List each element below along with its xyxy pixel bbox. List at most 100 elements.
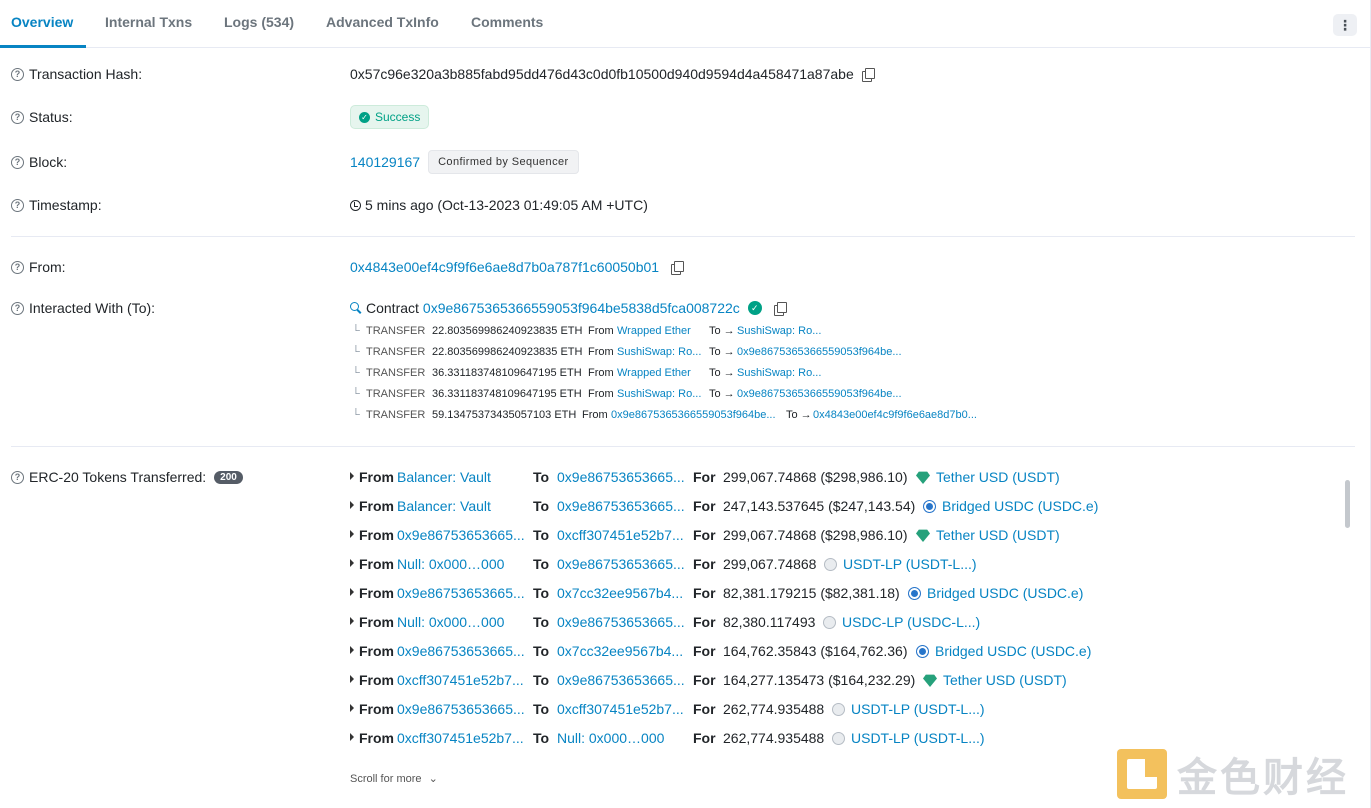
token-name-link[interactable]: Tether USD (USDT): [936, 527, 1060, 543]
token-from-link[interactable]: Balancer: Vault: [397, 498, 491, 514]
from-value-row: 0x4843e00ef4c9f9f6e6ae8d7b0a787f1c60050b…: [350, 259, 685, 275]
help-icon[interactable]: ?: [11, 260, 24, 274]
token-from-link[interactable]: Null: 0x000…000: [397, 556, 504, 572]
token-amount: 164,277.135473 ($164,232.29): [723, 672, 916, 688]
token-name-link[interactable]: USDC-LP (USDC-L...): [842, 614, 980, 630]
token-from-link[interactable]: 0x9e86753653665...: [397, 527, 525, 543]
expand-caret-icon[interactable]: [350, 472, 354, 480]
token-link-wrap[interactable]: Bridged USDC (USDC.e): [916, 643, 1091, 659]
token-link-wrap[interactable]: USDT-LP (USDT-L...): [832, 701, 985, 717]
expand-caret-icon[interactable]: [350, 588, 354, 596]
from-keyword: From: [359, 498, 394, 514]
token-link-wrap[interactable]: USDC-LP (USDC-L...): [823, 614, 980, 630]
token-from-link[interactable]: 0x9e86753653665...: [397, 701, 525, 717]
from-address-link[interactable]: 0x4843e00ef4c9f9f6e6ae8d7b0a787f1c60050b…: [350, 259, 659, 275]
help-icon[interactable]: ?: [11, 67, 24, 81]
token-to-link[interactable]: 0x9e86753653665...: [557, 672, 685, 688]
contract-address-link[interactable]: 0x9e8675365366559053f964be5838d5fca00872…: [423, 300, 740, 316]
to-keyword: To: [533, 701, 550, 717]
expand-caret-icon[interactable]: [350, 675, 354, 683]
expand-caret-icon[interactable]: [350, 559, 354, 567]
tab-internal-txns[interactable]: Internal Txns: [105, 14, 192, 30]
token-to-link[interactable]: 0x9e86753653665...: [557, 498, 685, 514]
token-link-wrap[interactable]: Tether USD (USDT): [916, 469, 1060, 485]
from-keyword: From: [359, 730, 394, 746]
token-link-wrap[interactable]: Bridged USDC (USDC.e): [923, 498, 1098, 514]
tab-logs[interactable]: Logs (534): [224, 14, 294, 30]
token-link-wrap[interactable]: Bridged USDC (USDC.e): [908, 585, 1083, 601]
transfer-from-link[interactable]: SushiSwap: Ro...: [617, 388, 701, 400]
token-name-link[interactable]: Tether USD (USDT): [936, 469, 1060, 485]
token-to-link[interactable]: Null: 0x000…000: [557, 730, 664, 746]
token-to-link[interactable]: 0x9e86753653665...: [557, 469, 685, 485]
token-link-wrap[interactable]: USDT-LP (USDT-L...): [824, 556, 977, 572]
token-from-link[interactable]: Null: 0x000…000: [397, 614, 504, 630]
transfer-to-link[interactable]: 0x4843e00ef4c9f9f6e6ae8d7b0...: [813, 409, 977, 421]
status-text: Success: [375, 110, 421, 124]
token-name-link[interactable]: Bridged USDC (USDC.e): [942, 498, 1098, 514]
token-amount: 82,380.117493: [723, 614, 816, 630]
expand-caret-icon[interactable]: [350, 646, 354, 654]
transfer-type: TRANSFER: [366, 409, 426, 421]
transfer-from-link[interactable]: 0x9e8675365366559053f964be...: [611, 409, 776, 421]
token-name-link[interactable]: USDT-LP (USDT-L...): [851, 730, 985, 746]
expand-caret-icon[interactable]: [350, 530, 354, 538]
expand-caret-icon[interactable]: [350, 733, 354, 741]
scroll-for-more[interactable]: Scroll for more ⌄: [350, 772, 438, 785]
double-chevron-down-icon: ⌄: [428, 773, 438, 785]
token-name-link[interactable]: Bridged USDC (USDC.e): [927, 585, 1083, 601]
token-name-link[interactable]: Tether USD (USDT): [943, 672, 1067, 688]
copy-icon[interactable]: [671, 260, 685, 275]
tab-advanced-txinfo[interactable]: Advanced TxInfo: [326, 14, 439, 30]
transfer-to-link[interactable]: 0x9e8675365366559053f964be...: [737, 388, 902, 400]
token-name-link[interactable]: USDT-LP (USDT-L...): [843, 556, 977, 572]
tab-comments[interactable]: Comments: [471, 14, 543, 30]
token-to-link[interactable]: 0xcff307451e52b7...: [557, 701, 684, 717]
lp-token-icon: [832, 732, 845, 745]
token-link-wrap[interactable]: Tether USD (USDT): [916, 527, 1060, 543]
token-link-wrap[interactable]: Tether USD (USDT): [923, 672, 1067, 688]
for-keyword: For: [693, 614, 716, 630]
more-options-icon[interactable]: ⋮: [1333, 14, 1357, 36]
block-number-link[interactable]: 140129167: [350, 154, 420, 170]
token-from-link[interactable]: 0xcff307451e52b7...: [397, 672, 524, 688]
transfer-from-link[interactable]: SushiSwap: Ro...: [617, 346, 701, 358]
token-name-link[interactable]: USDT-LP (USDT-L...): [851, 701, 985, 717]
tab-overview[interactable]: Overview: [11, 14, 73, 30]
transfer-to-link[interactable]: SushiSwap: Ro...: [737, 325, 821, 337]
token-from-link[interactable]: 0xcff307451e52b7...: [397, 730, 524, 746]
erc20-label: ERC-20 Tokens Transferred:: [29, 469, 207, 485]
scrollbar-thumb[interactable]: [1345, 480, 1350, 528]
help-icon[interactable]: ?: [11, 198, 24, 212]
token-to-link[interactable]: 0xcff307451e52b7...: [557, 527, 684, 543]
token-name-link[interactable]: Bridged USDC (USDC.e): [935, 643, 1091, 659]
help-icon[interactable]: ?: [11, 155, 24, 169]
token-link-wrap[interactable]: USDT-LP (USDT-L...): [832, 730, 985, 746]
token-amount: 164,762.35843 ($164,762.36): [723, 643, 908, 659]
transfer-to-word: To →: [786, 409, 812, 421]
block-label: Block:: [29, 154, 68, 170]
transfer-from-link[interactable]: Wrapped Ether: [617, 325, 691, 337]
token-to-link[interactable]: 0x9e86753653665...: [557, 614, 685, 630]
for-keyword: For: [693, 469, 716, 485]
token-amount: 299,067.74868 ($298,986.10): [723, 469, 908, 485]
transfer-from-link[interactable]: Wrapped Ether: [617, 367, 691, 379]
help-icon[interactable]: ?: [11, 470, 24, 484]
help-icon[interactable]: ?: [11, 110, 24, 124]
token-to-link[interactable]: 0x7cc32ee9567b4...: [557, 643, 683, 659]
expand-caret-icon[interactable]: [350, 704, 354, 712]
copy-icon[interactable]: [861, 67, 875, 82]
help-icon[interactable]: ?: [11, 301, 24, 315]
token-to-link[interactable]: 0x7cc32ee9567b4...: [557, 585, 683, 601]
copy-icon[interactable]: [773, 301, 787, 316]
cut-off-row-fade: [350, 760, 1150, 772]
expand-caret-icon[interactable]: [350, 501, 354, 509]
transfer-to-link[interactable]: SushiSwap: Ro...: [737, 367, 821, 379]
expand-caret-icon[interactable]: [350, 617, 354, 625]
token-from-link[interactable]: 0x9e86753653665...: [397, 643, 525, 659]
transfer-to-link[interactable]: 0x9e8675365366559053f964be...: [737, 346, 902, 358]
token-to-link[interactable]: 0x9e86753653665...: [557, 556, 685, 572]
token-from-link[interactable]: Balancer: Vault: [397, 469, 491, 485]
token-from-link[interactable]: 0x9e86753653665...: [397, 585, 525, 601]
timestamp-value-row: 5 mins ago (Oct-13-2023 01:49:05 AM +UTC…: [350, 197, 648, 213]
